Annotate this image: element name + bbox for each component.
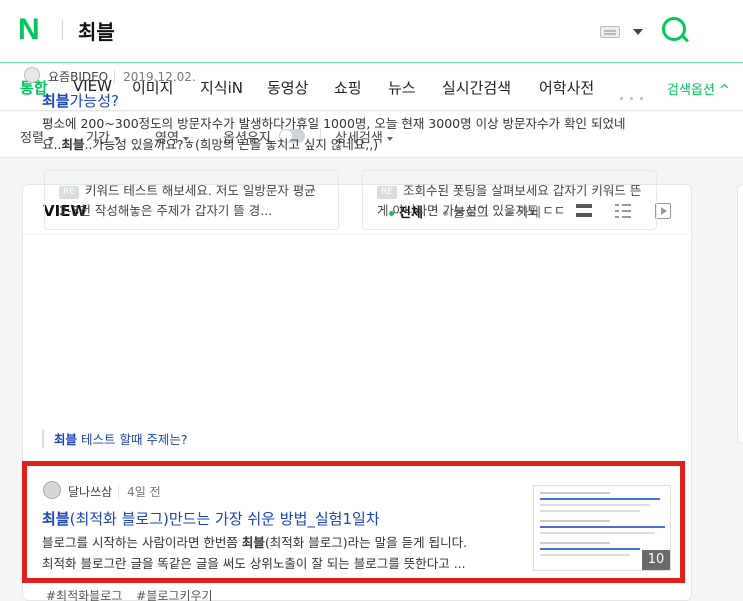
related-link[interactable]: 최블 테스트 할때 주제는?	[42, 429, 188, 448]
post1-title-link[interactable]: 최블가능성?	[42, 90, 119, 111]
post2-description: 블로그를 시작하는 사람이라면 한번쯤 최블(최적화 블로그)라는 말을 듣게 …	[42, 535, 468, 571]
tab-realtime-search[interactable]: 실시간검색	[442, 77, 511, 98]
post1-description: 평소에 200~300정도의 방문자수가 발생하다가휴일 1000명, 오늘 현…	[42, 116, 626, 152]
keyboard-icon[interactable]	[600, 26, 620, 38]
tag-link[interactable]: #최적화블로그	[46, 589, 122, 601]
tag-link[interactable]: #블로그키우기	[136, 589, 212, 601]
post-author[interactable]: 달나쓰삼	[68, 485, 112, 499]
image-count-badge: 10	[642, 550, 670, 570]
search-header: N 최블	[0, 0, 743, 62]
header-divider	[62, 20, 63, 40]
search-query-text[interactable]: 최블	[78, 16, 115, 45]
post-date: 4일 전	[118, 485, 161, 499]
post-date: 2019.12.02.	[114, 70, 196, 84]
naver-logo[interactable]: N	[18, 14, 40, 46]
post-author[interactable]: 요즘BIDEO	[48, 70, 108, 84]
reply-preview[interactable]: RE 키워드 테스트 해보세요. 저도 일방문자 평균 2-3천 작성해놓은 주제…	[44, 170, 339, 230]
author-avatar[interactable]	[43, 481, 61, 499]
post2-title-link[interactable]: 최블(최적화 블로그)만드는 가장 쉬운 방법_실험1일차	[42, 508, 380, 529]
section-divider	[23, 234, 691, 235]
side-panel	[737, 184, 743, 444]
search-icon[interactable]	[662, 17, 686, 41]
more-tabs-icon[interactable]	[620, 85, 654, 100]
post-thumbnail[interactable]: 10	[533, 485, 671, 571]
tab-video[interactable]: 동영상	[267, 77, 308, 98]
video-view-icon[interactable]	[655, 203, 671, 219]
reply-badge: RE	[377, 186, 397, 199]
tab-news[interactable]: 뉴스	[388, 77, 416, 98]
caret-down-icon[interactable]	[633, 29, 643, 35]
search-options-button[interactable]: 검색옵션 ^	[667, 79, 730, 98]
reply-preview[interactable]: RE 조회수된 폿팅을 살펴보세요 갑자기 키워드 뜬게 아니라면 가능성이 있을…	[362, 170, 657, 230]
tab-shopping[interactable]: 쇼핑	[334, 77, 362, 98]
post-tags: #최적화블로그 #블로그키우기	[46, 587, 227, 601]
author-avatar[interactable]	[24, 67, 40, 83]
reply-badge: RE	[59, 186, 79, 199]
tab-dictionary[interactable]: 어학사전	[539, 77, 594, 98]
post2-meta: 달나쓰삼 4일 전	[68, 483, 161, 500]
post1-meta: 요즘BIDEO 2019.12.02.	[48, 68, 196, 85]
tab-knowledge-in[interactable]: 지식iN	[200, 77, 243, 98]
